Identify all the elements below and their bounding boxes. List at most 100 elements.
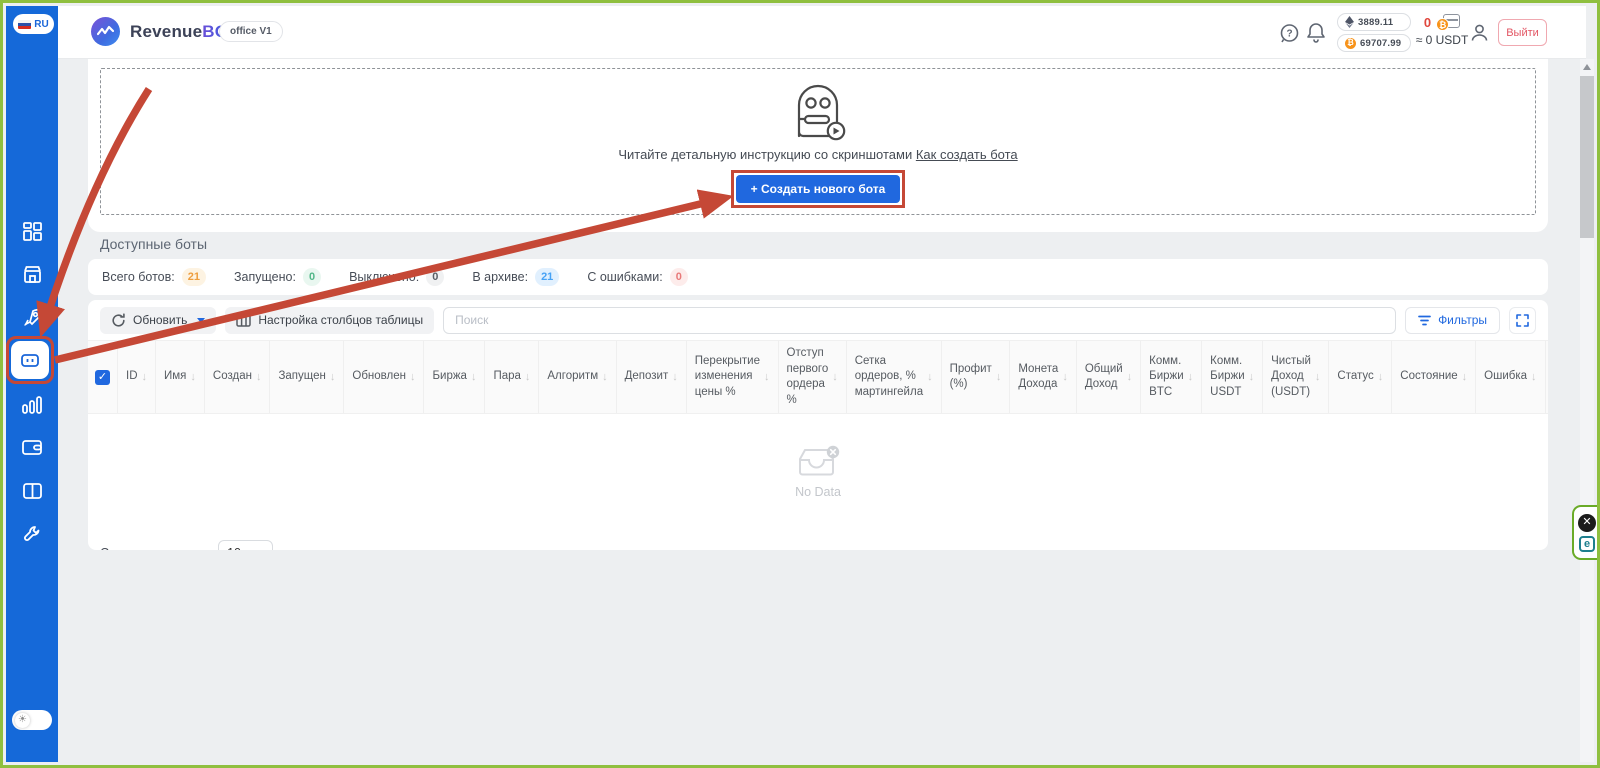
close-icon[interactable]: ✕: [1578, 514, 1596, 532]
column-header[interactable]: Обновлен↓: [344, 341, 424, 413]
btc-balance[interactable]: ₿ 69707.99: [1337, 34, 1411, 52]
sort-icon[interactable]: ↓: [190, 371, 196, 383]
column-header[interactable]: Запущен↓: [270, 341, 344, 413]
sort-icon[interactable]: ↓: [1462, 371, 1468, 383]
wallet-approx-value: ≈ 0 USDT: [1410, 33, 1474, 47]
sort-icon[interactable]: ↓: [832, 371, 838, 383]
filters-button[interactable]: Фильтры: [1405, 307, 1500, 334]
section-title: Доступные боты: [100, 236, 207, 252]
sidebar-item-exchange[interactable]: [21, 263, 43, 285]
stat-errors-badge: 0: [670, 268, 688, 286]
column-header[interactable]: Отступ первого ордера %↓: [779, 341, 847, 413]
stat-archived: В архиве:21: [472, 268, 559, 286]
app-window: RU: [0, 0, 1600, 768]
sort-icon[interactable]: ↓: [672, 371, 678, 383]
sort-icon[interactable]: ↓: [410, 371, 416, 383]
sidebar-item-marketplace[interactable]: [21, 307, 43, 329]
sort-icon[interactable]: ↓: [1378, 371, 1384, 383]
column-header[interactable]: Статус↓: [1329, 341, 1392, 413]
select-all-checkbox[interactable]: ✓: [95, 370, 110, 385]
sort-icon[interactable]: ↓: [525, 371, 531, 383]
column-header[interactable]: Действия: [1546, 341, 1548, 413]
scrollbar-thumb[interactable]: [1580, 76, 1594, 238]
column-header[interactable]: Создан↓: [205, 341, 271, 413]
sort-icon[interactable]: ↓: [1531, 371, 1537, 383]
column-header[interactable]: Депозит↓: [617, 341, 687, 413]
settings-icon: [23, 525, 42, 544]
sidebar-item-settings[interactable]: [21, 523, 43, 545]
columns-settings-button[interactable]: Настройка столбцов таблицы: [225, 307, 434, 334]
theme-toggle[interactable]: ☀: [12, 710, 52, 730]
bell-icon: [1306, 22, 1326, 44]
sort-icon[interactable]: ↓: [927, 371, 933, 383]
language-label: RU: [34, 19, 48, 30]
refresh-button[interactable]: Обновить: [100, 307, 216, 334]
sidebar-item-stats[interactable]: [21, 394, 43, 416]
logout-button[interactable]: Выйти: [1498, 19, 1547, 46]
eth-balance[interactable]: 3889.11: [1337, 13, 1411, 31]
fullscreen-button[interactable]: [1509, 307, 1536, 334]
notifications-button[interactable]: [1306, 22, 1326, 49]
no-data-icon: [795, 445, 841, 479]
table-toolbar: Обновить Настройка столбцов таблицы Филь…: [88, 300, 1548, 340]
column-header[interactable]: Общий Доход↓: [1077, 341, 1141, 413]
sidebar-item-dashboard[interactable]: [21, 220, 43, 242]
column-header[interactable]: Монета Дохода↓: [1010, 341, 1077, 413]
filter-icon: [1418, 315, 1431, 326]
rows-per-page-select[interactable]: 10 ⌄: [218, 540, 273, 550]
sun-icon: ☀: [15, 713, 30, 728]
column-header[interactable]: Перекрытие изменения цены %↓: [687, 341, 779, 413]
column-header[interactable]: Имя↓: [156, 341, 205, 413]
search-input[interactable]: [443, 307, 1396, 334]
instruction-text: Читайте детальную инструкцию со скриншот…: [618, 147, 1017, 162]
help-icon: ?: [1279, 23, 1300, 44]
sort-icon[interactable]: ↓: [471, 371, 477, 383]
sidebar-item-bots[interactable]: [11, 341, 49, 379]
vertical-scrollbar[interactable]: [1580, 59, 1594, 762]
column-header[interactable]: Пара↓: [485, 341, 539, 413]
sort-icon[interactable]: ↓: [1127, 371, 1133, 383]
column-header[interactable]: Чистый Доход (USDT)↓: [1263, 341, 1329, 413]
chevron-down-icon: [197, 318, 205, 323]
help-button[interactable]: ?: [1279, 23, 1300, 49]
column-header[interactable]: ID↓: [118, 341, 156, 413]
chevron-down-icon: ⌄: [256, 548, 264, 550]
sort-icon[interactable]: ↓: [256, 371, 262, 383]
extension-widget: ✕ e: [1572, 505, 1600, 560]
column-header[interactable]: Комм. Биржи USDT↓: [1202, 341, 1263, 413]
sidebar-item-docs[interactable]: [21, 480, 43, 502]
sort-icon[interactable]: ↓: [1062, 371, 1068, 383]
wallet-summary[interactable]: 0 ₿ ≈ 0 USDT: [1410, 13, 1474, 47]
language-switcher[interactable]: RU: [13, 14, 54, 34]
bots-icon: [20, 350, 40, 370]
column-header[interactable]: Ошибка↓: [1476, 341, 1545, 413]
brand-logo[interactable]: RevenueBOT: [91, 17, 239, 46]
sort-icon[interactable]: ↓: [1188, 371, 1194, 383]
create-new-bot-button[interactable]: + Создать нового бота: [736, 175, 901, 203]
eset-icon[interactable]: e: [1579, 536, 1595, 552]
sort-icon[interactable]: ↓: [602, 371, 608, 383]
sidebar-item-wallet[interactable]: [21, 436, 43, 458]
sort-icon[interactable]: ↓: [1249, 371, 1255, 383]
table-empty-state: No Data: [88, 414, 1548, 529]
column-header[interactable]: Биржа↓: [424, 341, 485, 413]
column-header[interactable]: Состояние↓: [1392, 341, 1476, 413]
robot-video-icon: [788, 79, 848, 141]
profile-button[interactable]: [1469, 22, 1490, 48]
column-header[interactable]: Профит (%)↓: [942, 341, 1011, 413]
column-header[interactable]: Алгоритм↓: [539, 341, 616, 413]
column-header[interactable]: Сетка ордеров, % мартингейла↓: [847, 341, 942, 413]
stat-errors: С ошибками:0: [587, 268, 688, 286]
column-header[interactable]: Комм. Биржи BTC↓: [1141, 341, 1202, 413]
refresh-icon: [111, 313, 126, 328]
sort-icon[interactable]: ↓: [764, 371, 770, 383]
scrollbar-up-arrow[interactable]: [1583, 64, 1591, 70]
revenuebot-logo-icon: [91, 17, 120, 46]
exchange-icon: [23, 265, 42, 284]
sort-icon[interactable]: ↓: [1315, 371, 1321, 383]
sort-icon[interactable]: ↓: [142, 371, 148, 383]
how-to-create-bot-link[interactable]: Как создать бота: [916, 147, 1018, 162]
sort-icon[interactable]: ↓: [330, 371, 336, 383]
russian-flag-icon: [18, 20, 31, 29]
sort-icon[interactable]: ↓: [996, 371, 1002, 383]
